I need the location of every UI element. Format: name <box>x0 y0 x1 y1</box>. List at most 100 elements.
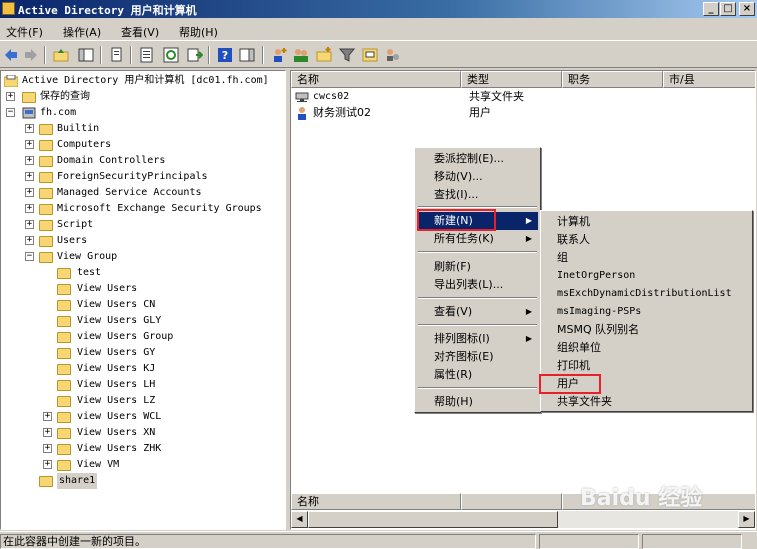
column-header-type[interactable]: 类型 <box>461 71 562 88</box>
expand-icon[interactable]: + <box>25 156 34 165</box>
folder-icon <box>39 140 53 151</box>
column-header-name[interactable]: 名称 <box>291 493 461 510</box>
menu-view[interactable]: 查看(V) <box>121 24 159 40</box>
menu-item-view[interactable]: 查看(V) ▶ <box>417 303 538 321</box>
menu-item-refresh[interactable]: 刷新(F) <box>417 258 538 276</box>
menu-item-delegate-control[interactable]: 委派控制(E)... <box>417 150 538 168</box>
tree-item-label: View VM <box>77 459 120 470</box>
help-icon[interactable]: ? <box>217 47 233 63</box>
folder-icon <box>57 364 71 375</box>
folder-icon <box>57 332 71 343</box>
highlight-box-user <box>539 374 601 394</box>
tree-item-label: 保存的查询 <box>40 91 90 102</box>
submenu-item-computer[interactable]: 计算机 <box>543 213 750 231</box>
expand-icon[interactable]: + <box>25 172 34 181</box>
column-header-name[interactable]: 名称 <box>291 71 461 88</box>
refresh-icon[interactable] <box>163 47 179 63</box>
list-item-name: cwcs02 <box>313 91 350 102</box>
folder-icon <box>57 444 71 455</box>
expand-icon[interactable]: + <box>25 124 34 133</box>
submenu-item-shared-folder[interactable]: 共享文件夹 <box>543 393 750 411</box>
menu-item-all-tasks[interactable]: 所有任务(K) ▶ <box>417 230 538 248</box>
submenu-item-contact[interactable]: 联系人 <box>543 231 750 249</box>
submenu-item-msexch-ddl[interactable]: msExchDynamicDistributionList <box>543 285 750 303</box>
folder-icon <box>57 284 71 295</box>
column-header-title[interactable]: 职务 <box>562 71 663 88</box>
column-header-city[interactable]: 市/县 <box>663 71 755 88</box>
list-item-name: 财务测试02 <box>313 106 371 119</box>
submenu-arrow-icon: ▶ <box>525 307 532 316</box>
title-bar: Active Directory 用户和计算机 _ □ × <box>0 0 757 18</box>
menu-item-arrange-icons[interactable]: 排列图标(I) ▶ <box>417 330 538 348</box>
expand-icon[interactable]: + <box>25 204 34 213</box>
submenu-item-ou[interactable]: 组织单位 <box>543 339 750 357</box>
menu-file[interactable]: 文件(F) <box>6 24 43 40</box>
close-button[interactable]: × <box>739 2 755 16</box>
tree-item-label: Script <box>57 219 94 230</box>
submenu-item-group[interactable]: 组 <box>543 249 750 267</box>
forward-icon[interactable] <box>23 47 39 63</box>
submenu-item-printer[interactable]: 打印机 <box>543 357 750 375</box>
export-list-icon[interactable] <box>187 47 203 63</box>
minimize-button[interactable]: _ <box>703 2 719 16</box>
menu-action[interactable]: 操作(A) <box>63 24 101 40</box>
folder-icon <box>39 124 53 135</box>
collapse-icon[interactable]: − <box>6 108 15 117</box>
menu-separator <box>418 324 537 326</box>
add-to-group-icon[interactable] <box>362 47 378 63</box>
submenu-item-msimaging-psps[interactable]: msImaging-PSPs <box>543 303 750 321</box>
folder-icon <box>57 348 71 359</box>
submenu-item-inetorgperson[interactable]: InetOrgPerson <box>543 267 750 285</box>
menu-item-move[interactable]: 移动(V)... <box>417 168 538 186</box>
folder-icon <box>57 428 71 439</box>
expand-icon[interactable]: + <box>25 140 34 149</box>
scroll-right-icon[interactable]: ▶ <box>738 511 755 528</box>
menu-item-help[interactable]: 帮助(H) <box>417 393 538 411</box>
folder-icon <box>57 300 71 311</box>
svg-text:?: ? <box>222 49 228 62</box>
toolbar: ? <box>0 42 757 68</box>
tree-pane[interactable]: Active Directory 用户和计算机 [dc01.fh.com] + … <box>0 70 286 530</box>
expand-icon[interactable]: + <box>43 412 52 421</box>
expand-icon[interactable]: + <box>25 188 34 197</box>
back-icon[interactable] <box>3 47 19 63</box>
tree-item-label: View Users GY <box>77 347 156 358</box>
new-group-icon[interactable] <box>293 47 309 63</box>
menu-item-find[interactable]: 查找(I)... <box>417 186 538 204</box>
delegate-icon[interactable] <box>385 47 401 63</box>
expand-icon[interactable]: + <box>43 444 52 453</box>
menu-help[interactable]: 帮助(H) <box>179 24 218 40</box>
expand-icon[interactable]: + <box>25 236 34 245</box>
folder-icon <box>57 396 71 407</box>
scroll-thumb[interactable] <box>308 511 558 528</box>
scroll-left-icon[interactable]: ◀ <box>291 511 308 528</box>
up-folder-icon[interactable] <box>53 47 69 63</box>
menu-item-properties[interactable]: 属性(R) <box>417 366 538 384</box>
menu-item-all-tasks-label: 所有任务(K) <box>434 232 494 245</box>
app-icon <box>2 2 15 15</box>
copy-icon[interactable] <box>109 47 125 63</box>
menu-item-line-up-icons[interactable]: 对齐图标(E) <box>417 348 538 366</box>
submenu-arrow-icon: ▶ <box>525 234 532 243</box>
toolbar-separator <box>100 46 102 64</box>
submenu-item-msmq-alias[interactable]: MSMQ 队列别名 <box>543 321 750 339</box>
menu-item-export-list[interactable]: 导出列表(L)... <box>417 276 538 294</box>
tree-item-label: ForeignSecurityPrincipals <box>57 171 208 182</box>
horizontal-scrollbar[interactable]: ◀ ▶ <box>291 511 755 528</box>
expand-icon[interactable]: + <box>6 92 15 101</box>
expand-icon[interactable]: + <box>25 220 34 229</box>
maximize-button[interactable]: □ <box>720 2 736 16</box>
properties-icon[interactable] <box>139 47 155 63</box>
expand-icon[interactable]: + <box>43 460 52 469</box>
show-hide-tree-icon[interactable] <box>78 47 94 63</box>
filter-icon[interactable] <box>339 47 355 63</box>
action-pane-icon[interactable] <box>239 47 255 63</box>
column-header-type[interactable] <box>461 493 562 510</box>
expand-icon[interactable]: + <box>43 428 52 437</box>
new-user-icon[interactable] <box>271 47 287 63</box>
tree-item-label: Computers <box>57 139 112 150</box>
folder-icon <box>39 188 53 199</box>
new-ou-icon[interactable] <box>316 47 332 63</box>
toolbar-separator <box>208 46 210 64</box>
collapse-icon[interactable]: − <box>25 252 34 261</box>
